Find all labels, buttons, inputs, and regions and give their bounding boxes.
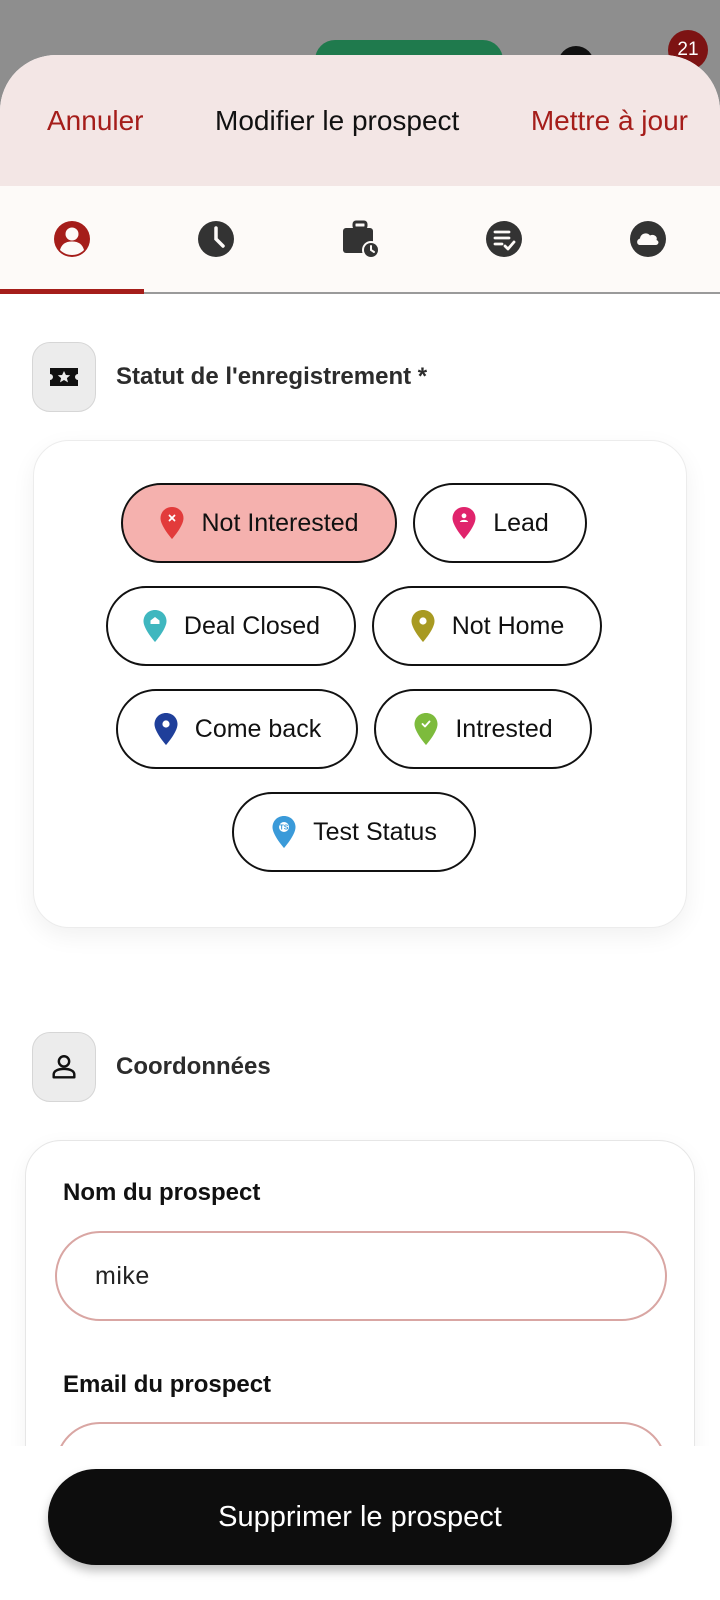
tab-contact[interactable]	[0, 186, 144, 292]
clock-icon	[198, 221, 234, 257]
pin-dot-icon	[411, 610, 435, 642]
tab-sync[interactable]	[576, 186, 720, 292]
contact-section-header: Coordonnées	[32, 1032, 271, 1102]
pin-dot-icon	[154, 713, 178, 745]
status-chip-label: Intrested	[455, 714, 553, 743]
email-label: Email du prospect	[63, 1371, 272, 1398]
bottom-action-bar: Supprimer le prospect	[0, 1446, 720, 1600]
status-chip-label: Deal Closed	[183, 611, 321, 640]
person-circle-icon	[54, 221, 90, 257]
pin-check-icon	[414, 713, 438, 745]
pin-person-icon	[452, 507, 476, 539]
status-chip-label: Lead	[493, 508, 549, 537]
cloud-icon	[630, 221, 666, 257]
cancel-button[interactable]: Annuler	[47, 105, 144, 137]
pin-x-icon	[160, 507, 184, 539]
pin-home-icon	[143, 610, 167, 642]
name-input[interactable]	[55, 1231, 667, 1321]
status-chip-label: Not Home	[451, 611, 565, 640]
status-chip-not-interested[interactable]: Not Interested	[121, 483, 397, 563]
delete-prospect-button[interactable]: Supprimer le prospect	[48, 1469, 672, 1565]
status-section-title: Statut de l'enregistrement *	[116, 363, 428, 390]
sheet-header: Annuler Modifier le prospect Mettre à jo…	[0, 55, 720, 186]
status-chip-come-back[interactable]: Come back	[116, 689, 358, 769]
tab-appointments[interactable]	[288, 186, 432, 292]
form-content[interactable]: Statut de l'enregistrement * Not Interes…	[0, 296, 720, 1600]
page-title: Modifier le prospect	[215, 104, 460, 136]
status-chip-label: Test Status	[313, 817, 437, 846]
status-chip-label: Not Interested	[201, 508, 359, 537]
status-section-header: Statut de l'enregistrement *	[32, 342, 427, 412]
name-label: Nom du prospect	[63, 1179, 261, 1206]
status-chip-test-status[interactable]: TS Test Status	[232, 792, 476, 872]
contact-section-badge	[32, 1032, 96, 1102]
active-tab-indicator	[0, 289, 144, 294]
status-chip-intrested[interactable]: Intrested	[374, 689, 592, 769]
tab-history[interactable]	[144, 186, 288, 292]
person-outline-icon	[52, 1055, 76, 1079]
status-chip-lead[interactable]: Lead	[413, 483, 587, 563]
ticket-star-icon	[50, 368, 78, 386]
pin-icon-text: TS	[280, 825, 289, 832]
tab-tasks[interactable]	[432, 186, 576, 292]
tab-bar	[0, 186, 720, 294]
status-chip-label: Come back	[194, 714, 322, 743]
briefcase-clock-icon	[343, 220, 380, 259]
pin-ts-icon: TS	[272, 816, 296, 848]
update-button[interactable]: Mettre à jour	[531, 105, 688, 137]
contact-section-title: Coordonnées	[116, 1053, 271, 1080]
status-section-badge	[32, 342, 96, 412]
checklist-icon	[486, 221, 522, 257]
edit-prospect-sheet: Annuler Modifier le prospect Mettre à jo…	[0, 55, 720, 1600]
status-chip-deal-closed[interactable]: Deal Closed	[106, 586, 356, 666]
status-options-card: Not Interested Lead Deal Closed Not Home Com…	[33, 440, 687, 928]
status-chip-not-home[interactable]: Not Home	[372, 586, 602, 666]
